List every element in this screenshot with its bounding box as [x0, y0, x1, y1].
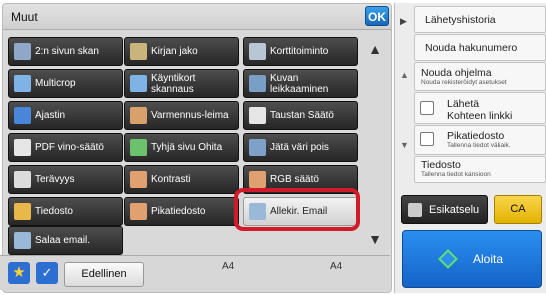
- function-label: PDF vino-säätö: [35, 142, 104, 153]
- collapse-arrow-icon[interactable]: ▶: [400, 16, 407, 27]
- send-link-checkbox[interactable]: [420, 101, 434, 115]
- function-label: Pikatiedosto: [151, 206, 206, 217]
- function-button[interactable]: Tiedosto: [8, 197, 123, 226]
- function-button[interactable]: Tyhjä sivu Ohita: [124, 133, 239, 162]
- scroll-up-icon[interactable]: ▲: [362, 38, 388, 60]
- business-card-scan-icon: [130, 75, 147, 92]
- recall-number-item[interactable]: Nouda hakunumero: [414, 34, 546, 61]
- function-button[interactable]: Jätä väri pois: [243, 133, 358, 162]
- start-button[interactable]: Aloita: [402, 230, 542, 288]
- file-sub: Tallenna tiedot kansioon: [421, 171, 491, 178]
- title-bar: Muut OK: [3, 4, 391, 30]
- sidebar-scroll-down-icon[interactable]: ▼: [400, 140, 409, 150]
- function-label: Jätä väri pois: [270, 142, 329, 153]
- function-button[interactable]: Ajastin: [8, 101, 123, 130]
- function-label: Varmennus-leima: [151, 110, 229, 121]
- image-crop-icon: [249, 75, 266, 92]
- ok-button[interactable]: OK: [365, 6, 389, 26]
- function-button[interactable]: Multicrop: [8, 69, 123, 98]
- preview-label: Esikatselu: [429, 203, 480, 216]
- preview-icon: [408, 202, 422, 217]
- quick-file-icon: [130, 203, 147, 220]
- function-label: Taustan Säätö: [270, 110, 334, 121]
- recall-program-label: Nouda ohjelma: [421, 67, 492, 79]
- sidebar-scroll-up-icon[interactable]: ▲: [400, 70, 409, 80]
- color-drop-out-icon: [249, 139, 266, 156]
- function-button[interactable]: Pikatiedosto: [124, 197, 239, 226]
- function-button[interactable]: 2:n sivun skan: [8, 37, 123, 66]
- two-page-scan-icon: [14, 43, 31, 60]
- send-history-label: Lähetyshistoria: [425, 14, 496, 26]
- recall-number-label: Nouda hakunumero: [425, 42, 518, 54]
- pdf-skew-adjust-icon: [14, 139, 31, 156]
- function-label: Kirjan jako: [151, 46, 198, 57]
- clear-all-button[interactable]: CA: [494, 195, 542, 224]
- function-label: Kuvan leikkaaminen: [270, 72, 329, 95]
- preview-button[interactable]: Esikatselu: [401, 195, 488, 224]
- function-label: Korttitoiminto: [270, 46, 329, 57]
- recall-program-sub: Nouda rekisteröidyt asetukset: [421, 79, 507, 86]
- function-label: Käyntikort skannaus: [151, 72, 196, 95]
- function-button[interactable]: Korttitoiminto: [243, 37, 358, 66]
- multicrop-icon: [14, 75, 31, 92]
- function-button[interactable]: Salaa email.: [8, 226, 123, 255]
- function-button[interactable]: Käyntikort skannaus: [124, 69, 239, 98]
- encrypt-email-icon: [14, 232, 31, 249]
- function-button[interactable]: Varmennus-leima: [124, 101, 239, 130]
- quick-file-sub: Tallenna tiedot väliaik.: [447, 142, 511, 149]
- scroll-down-icon[interactable]: ▼: [362, 228, 388, 250]
- card-shot-icon: [249, 43, 266, 60]
- recall-program-item[interactable]: Nouda ohjelma Nouda rekisteröidyt asetuk…: [414, 62, 546, 91]
- paper-size-label: A4: [222, 261, 235, 272]
- function-label: 2:n sivun skan: [35, 46, 99, 57]
- previous-button[interactable]: Edellinen: [64, 262, 144, 287]
- confirm-check-icon[interactable]: ✓: [36, 262, 58, 284]
- function-button[interactable]: Kirjan jako: [124, 37, 239, 66]
- sharpness-icon: [14, 171, 31, 188]
- file-folder-icon: [14, 203, 31, 220]
- send-history-item[interactable]: Lähetyshistoria: [414, 6, 546, 33]
- function-button[interactable]: Taustan Säätö: [243, 101, 358, 130]
- file-label: Tiedosto: [421, 159, 461, 171]
- quick-file-checkbox[interactable]: [420, 132, 434, 146]
- function-button[interactable]: Terävyys: [8, 165, 123, 194]
- function-button[interactable]: Kuvan leikkaaminen: [243, 69, 358, 98]
- function-button[interactable]: PDF vino-säätö: [8, 133, 123, 162]
- rgb-adjust-icon: [249, 171, 266, 188]
- function-label: RGB säätö: [270, 174, 319, 185]
- start-label: Aloita: [472, 252, 504, 266]
- blank-page-skip-icon: [130, 139, 147, 156]
- function-label: Kontrasti: [151, 174, 191, 185]
- file-item[interactable]: Tiedosto Tallenna tiedot kansioon: [414, 156, 546, 183]
- panel-title: Muut: [11, 10, 38, 24]
- quick-file-label: Pikatiedosto: [447, 130, 505, 142]
- function-label: Ajastin: [35, 110, 66, 121]
- verification-stamp-icon: [130, 107, 147, 124]
- paper-size-label: A4: [330, 261, 343, 272]
- contrast-icon: [130, 171, 147, 188]
- start-diamond-icon: [438, 249, 458, 269]
- send-link-line1: Lähetä: [447, 98, 480, 110]
- favorite-star-icon[interactable]: ★: [8, 262, 30, 284]
- function-label: Tiedosto: [35, 206, 73, 217]
- timer-icon: [14, 107, 31, 124]
- screen: Muut OK 2:n sivun skan Kirjan jako Korttit…: [0, 0, 546, 295]
- function-label: Salaa email.: [35, 235, 91, 246]
- function-button[interactable]: Kontrasti: [124, 165, 239, 194]
- send-link-line2: Kohteen linkki: [447, 110, 513, 122]
- selection-highlight: [234, 188, 360, 231]
- function-label: Multicrop: [35, 78, 76, 89]
- background-adjust-icon: [249, 107, 266, 124]
- book-divide-icon: [130, 43, 147, 60]
- function-label: Terävyys: [35, 174, 75, 185]
- function-label: Tyhjä sivu Ohita: [151, 142, 223, 153]
